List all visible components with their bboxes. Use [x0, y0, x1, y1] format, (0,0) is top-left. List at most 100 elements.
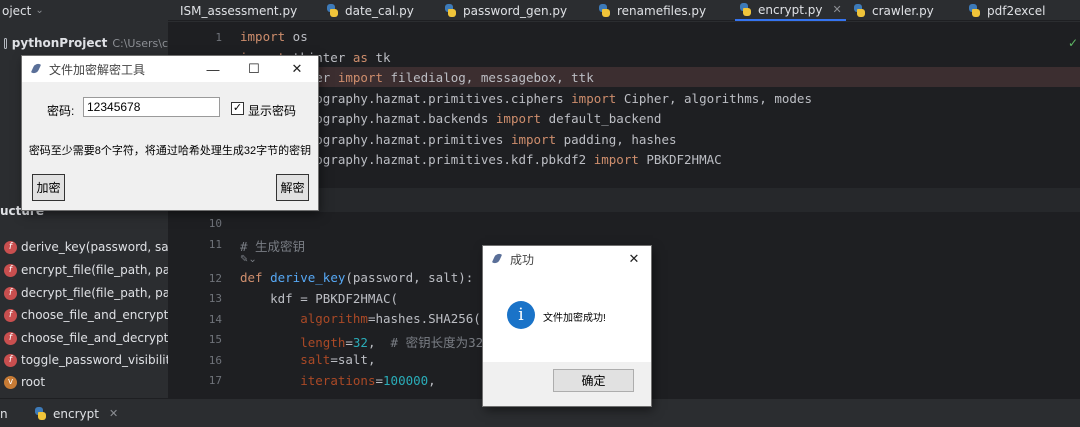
structure-item[interactable]: f encrypt_file(file_path, passw: [4, 260, 168, 280]
line-number: 13: [208, 292, 222, 305]
code-line: length=32, # 密钥长度为32字节: [300, 335, 509, 350]
tab-pdf2excel[interactable]: pdf2excel: [968, 0, 1045, 21]
ok-button[interactable]: 确定: [553, 369, 634, 392]
show-password-checkbox[interactable]: ✓: [231, 102, 244, 115]
show-password-label[interactable]: 显示密码: [248, 102, 296, 119]
close-icon[interactable]: ✕: [617, 246, 651, 272]
close-icon[interactable]: ✕: [276, 56, 318, 82]
window-title-bar[interactable]: 文件加密解密工具 — ☐ ✕: [22, 56, 318, 82]
dialog-title: 成功: [510, 252, 535, 267]
line-number: 15: [208, 333, 222, 346]
edit-hint-icon[interactable]: ✎⌄: [240, 254, 257, 265]
line-number: 17: [208, 374, 222, 387]
chevron-down-icon[interactable]: ⌄: [35, 5, 43, 16]
structure-item-label: encrypt_file(file_path, passw: [21, 263, 168, 277]
python-file-icon: [968, 4, 981, 17]
line-number: 11: [208, 238, 222, 251]
line-number: 12: [208, 272, 222, 285]
password-input[interactable]: 12345678: [83, 97, 220, 117]
structure-panel: ucture f derive_key(password, salt) f encr…: [0, 200, 168, 398]
function-icon: f: [4, 286, 17, 300]
structure-item[interactable]: f decrypt_file(file_path, passw: [4, 283, 168, 303]
tab-label: encrypt.py: [758, 2, 823, 17]
structure-item-label: root: [21, 375, 46, 389]
code-line: def derive_key(password, salt):: [240, 270, 474, 285]
python-file-icon: [739, 3, 752, 16]
close-icon[interactable]: ✕: [832, 3, 841, 16]
python-file-icon: [326, 4, 339, 17]
run-tab-encrypt[interactable]: encrypt ✕: [34, 399, 118, 427]
dialog-title-bar[interactable]: 成功 ✕: [483, 246, 651, 272]
tab-label: crawler.py: [872, 3, 934, 18]
function-icon: f: [4, 263, 17, 277]
line-number: 14: [208, 313, 222, 326]
tab-encrypt[interactable]: encrypt.py ✕: [735, 0, 846, 21]
code-comment: # 生成密钥: [240, 239, 306, 254]
structure-item[interactable]: f toggle_password_visibility(: [4, 350, 168, 370]
inspection-ok-icon[interactable]: ✓: [1068, 36, 1078, 50]
line-number: 1: [215, 31, 222, 44]
tab-password-gen[interactable]: password_gen.py: [444, 0, 567, 21]
python-file-icon: [34, 407, 47, 420]
structure-item[interactable]: f choose_file_and_encrypt(): [4, 305, 168, 325]
window-title: 文件加密解密工具: [49, 62, 146, 77]
success-message: 文件加密成功!: [543, 313, 606, 324]
line-number: 16: [208, 354, 222, 367]
function-icon: f: [4, 353, 17, 367]
code-line: from cryptography.hazmat.primitives.ciph…: [240, 91, 812, 106]
close-icon[interactable]: ✕: [109, 407, 118, 420]
code-line: algorithm=hashes.SHA256(),: [300, 311, 496, 326]
folded-imports-row[interactable]: [230, 188, 1080, 212]
structure-item[interactable]: f derive_key(password, salt): [4, 237, 168, 257]
structure-item[interactable]: v root: [4, 372, 168, 392]
line-number: 10: [208, 217, 222, 230]
encrypt-button[interactable]: 加密: [32, 174, 65, 201]
code-line: salt=salt,: [300, 352, 376, 367]
password-label: 密码:: [47, 104, 75, 118]
structure-item[interactable]: f choose_file_and_decrypt(): [4, 328, 168, 348]
run-tool-label-text: n: [0, 406, 8, 421]
python-file-icon: [444, 4, 457, 17]
tab-date-cal[interactable]: date_cal.py: [326, 0, 414, 21]
tk-feather-icon: [31, 63, 41, 76]
project-root-name: pythonProject: [11, 36, 108, 50]
function-icon: f: [4, 331, 17, 345]
decrypt-button[interactable]: 解密: [276, 174, 309, 201]
structure-item-label: choose_file_and_encrypt(): [21, 308, 168, 322]
structure-item-label: toggle_password_visibility(: [21, 353, 168, 367]
python-file-icon: [598, 4, 611, 17]
tab-label: ISM_assessment.py: [180, 3, 298, 18]
success-dialog: 成功 ✕ i 文件加密成功! 确定: [483, 246, 651, 406]
python-file-icon: [853, 4, 866, 17]
code-line: iterations=100000,: [300, 373, 436, 388]
structure-item-label: decrypt_file(file_path, passw: [21, 286, 168, 300]
folder-icon: [4, 37, 7, 49]
tab-label: password_gen.py: [463, 3, 568, 18]
project-panel-header[interactable]: oject ⌄: [0, 0, 168, 21]
password-hint: 密码至少需要8个字符，将通过哈希处理生成32字节的密钥: [28, 145, 312, 157]
tab-label: pdf2excel: [987, 3, 1046, 18]
tab-renamefiles[interactable]: renamefiles.py: [598, 0, 706, 21]
code-line: import os: [240, 29, 308, 44]
function-icon: f: [4, 308, 17, 322]
tab-label: renamefiles.py: [617, 3, 707, 18]
run-tab-label: encrypt: [53, 406, 99, 421]
project-header-label: oject: [2, 3, 32, 18]
encrypt-tool-window: 文件加密解密工具 — ☐ ✕ 密码: 12345678 ✓ 显示密码 密码至少需…: [22, 56, 318, 210]
tab-ism-assessment[interactable]: ISM_assessment.py: [168, 0, 297, 21]
structure-item-label: derive_key(password, salt): [21, 240, 168, 254]
minimize-icon[interactable]: —: [192, 56, 234, 82]
code-line: kdf = PBKDF2HMAC(: [240, 291, 399, 306]
project-root-row[interactable]: pythonProject C:\Users\c: [0, 33, 168, 53]
structure-item-label: choose_file_and_decrypt(): [21, 331, 168, 345]
tab-label: date_cal.py: [345, 3, 414, 18]
editor-tab-bar: ISM_assessment.py date_cal.py password_g…: [168, 0, 1080, 21]
tk-feather-icon: [492, 253, 502, 266]
dialog-body: i 文件加密成功!: [483, 272, 651, 362]
info-icon: i: [507, 301, 535, 329]
maximize-icon[interactable]: ☐: [233, 56, 275, 82]
function-icon: f: [4, 240, 17, 254]
tab-crawler[interactable]: crawler.py: [853, 0, 934, 21]
run-tool-label[interactable]: n: [0, 399, 8, 427]
project-root-path: C:\Users\c: [112, 36, 168, 50]
